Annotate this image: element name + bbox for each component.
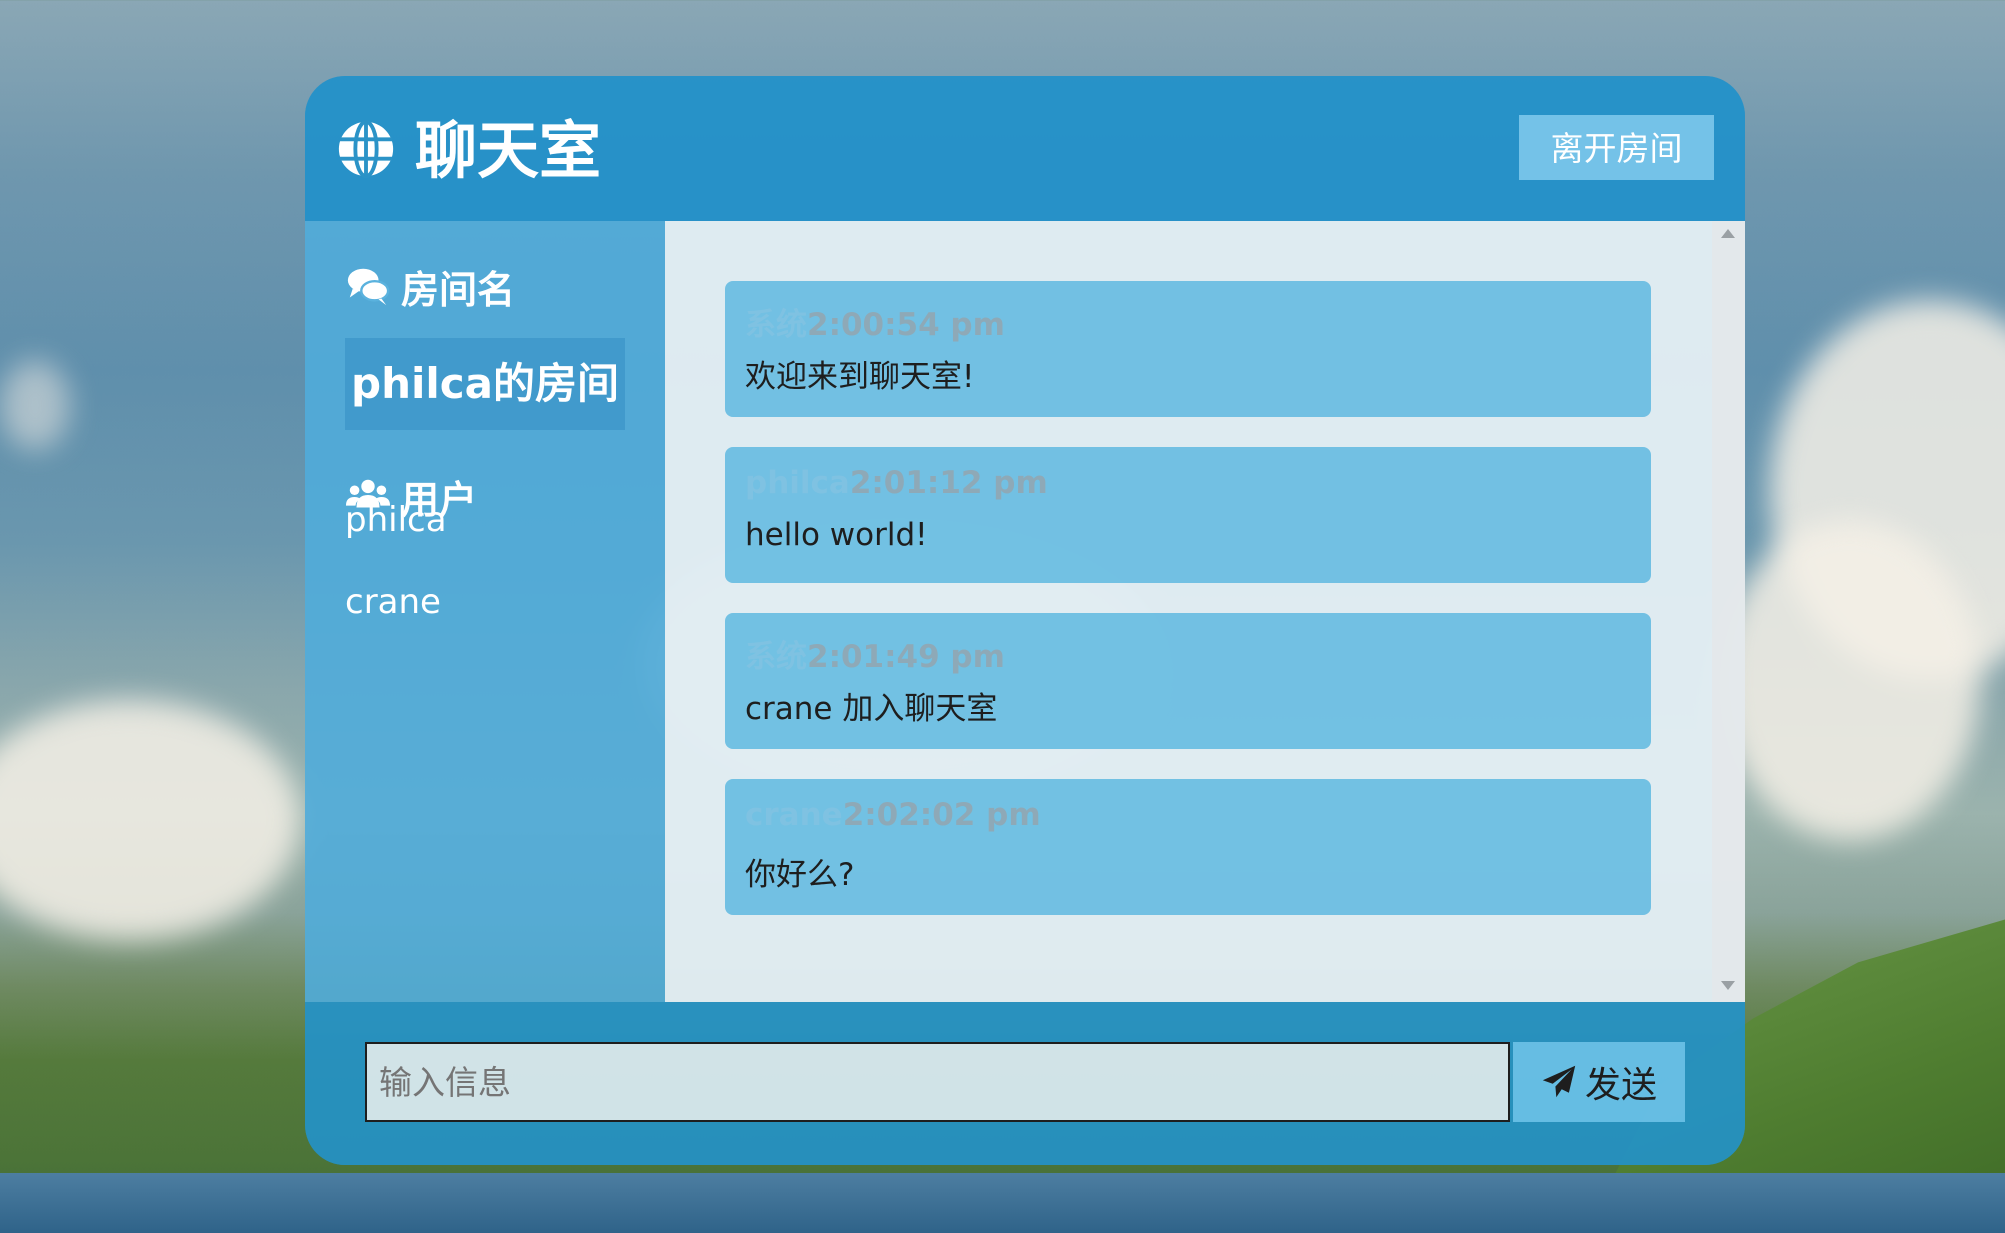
- room-heading: 房间名: [345, 256, 515, 316]
- chat-window: 聊天室 离开房间 房间名 philca的房间 用户 philca crane 系…: [305, 76, 1745, 1165]
- message-text: hello world!: [745, 517, 928, 553]
- message-time: 2:01:12 pm: [849, 465, 1048, 501]
- message-item: 系统2:01:49 pm crane 加入聊天室: [725, 613, 1651, 749]
- message-time: 2:02:02 pm: [842, 797, 1041, 833]
- leave-room-button[interactable]: 离开房间: [1519, 115, 1714, 180]
- globe-icon: [338, 119, 394, 179]
- message-time: 2:00:54 pm: [807, 307, 1005, 343]
- message-meta: philca2:01:12 pm: [745, 465, 1048, 501]
- user-list-item: philca: [345, 500, 447, 540]
- message-text: 欢迎来到聊天室!: [745, 359, 975, 395]
- message-meta: 系统2:01:49 pm: [745, 631, 1005, 676]
- app-title: 聊天室: [415, 114, 602, 187]
- background-cloud: [1720, 520, 1980, 840]
- message-meta: crane2:02:02 pm: [745, 797, 1041, 833]
- message-item: philca2:01:12 pm hello world!: [725, 447, 1651, 583]
- message-item: crane2:02:02 pm 你好么?: [725, 779, 1651, 915]
- background-cloud: [0, 360, 70, 450]
- background-sea: [0, 1173, 2005, 1233]
- comments-icon: [347, 268, 390, 306]
- send-button-label: 发送: [1584, 1065, 1657, 1106]
- message-sender: 系统: [745, 307, 807, 343]
- message-sender: crane: [745, 797, 843, 833]
- message-scrollbar[interactable]: [1712, 221, 1745, 1002]
- message-item: 系统2:00:54 pm 欢迎来到聊天室!: [725, 281, 1651, 417]
- room-name: philca的房间: [345, 338, 625, 430]
- message-composer: 发送: [305, 1002, 1745, 1165]
- send-button[interactable]: 发送: [1513, 1042, 1685, 1122]
- message-text: 你好么?: [745, 857, 855, 893]
- sidebar: 房间名 philca的房间 用户 philca crane: [305, 221, 665, 1002]
- message-meta: 系统2:00:54 pm: [745, 299, 1005, 344]
- message-input[interactable]: [365, 1042, 1510, 1122]
- message-list[interactable]: 系统2:00:54 pm 欢迎来到聊天室! philca2:01:12 pm h…: [665, 221, 1745, 1002]
- message-sender: philca: [745, 465, 850, 501]
- message-time: 2:01:49 pm: [807, 639, 1005, 675]
- message-sender: 系统: [745, 639, 807, 675]
- user-list-item: crane: [345, 582, 441, 622]
- scroll-up-arrow-icon[interactable]: [1721, 229, 1735, 238]
- scroll-down-arrow-icon[interactable]: [1721, 981, 1735, 990]
- background-cloud: [0, 700, 300, 940]
- room-heading-label: 房间名: [401, 267, 516, 312]
- chat-header: 聊天室 离开房间: [305, 76, 1745, 221]
- paper-plane-icon: [1542, 1065, 1576, 1098]
- message-text: crane 加入聊天室: [745, 691, 998, 727]
